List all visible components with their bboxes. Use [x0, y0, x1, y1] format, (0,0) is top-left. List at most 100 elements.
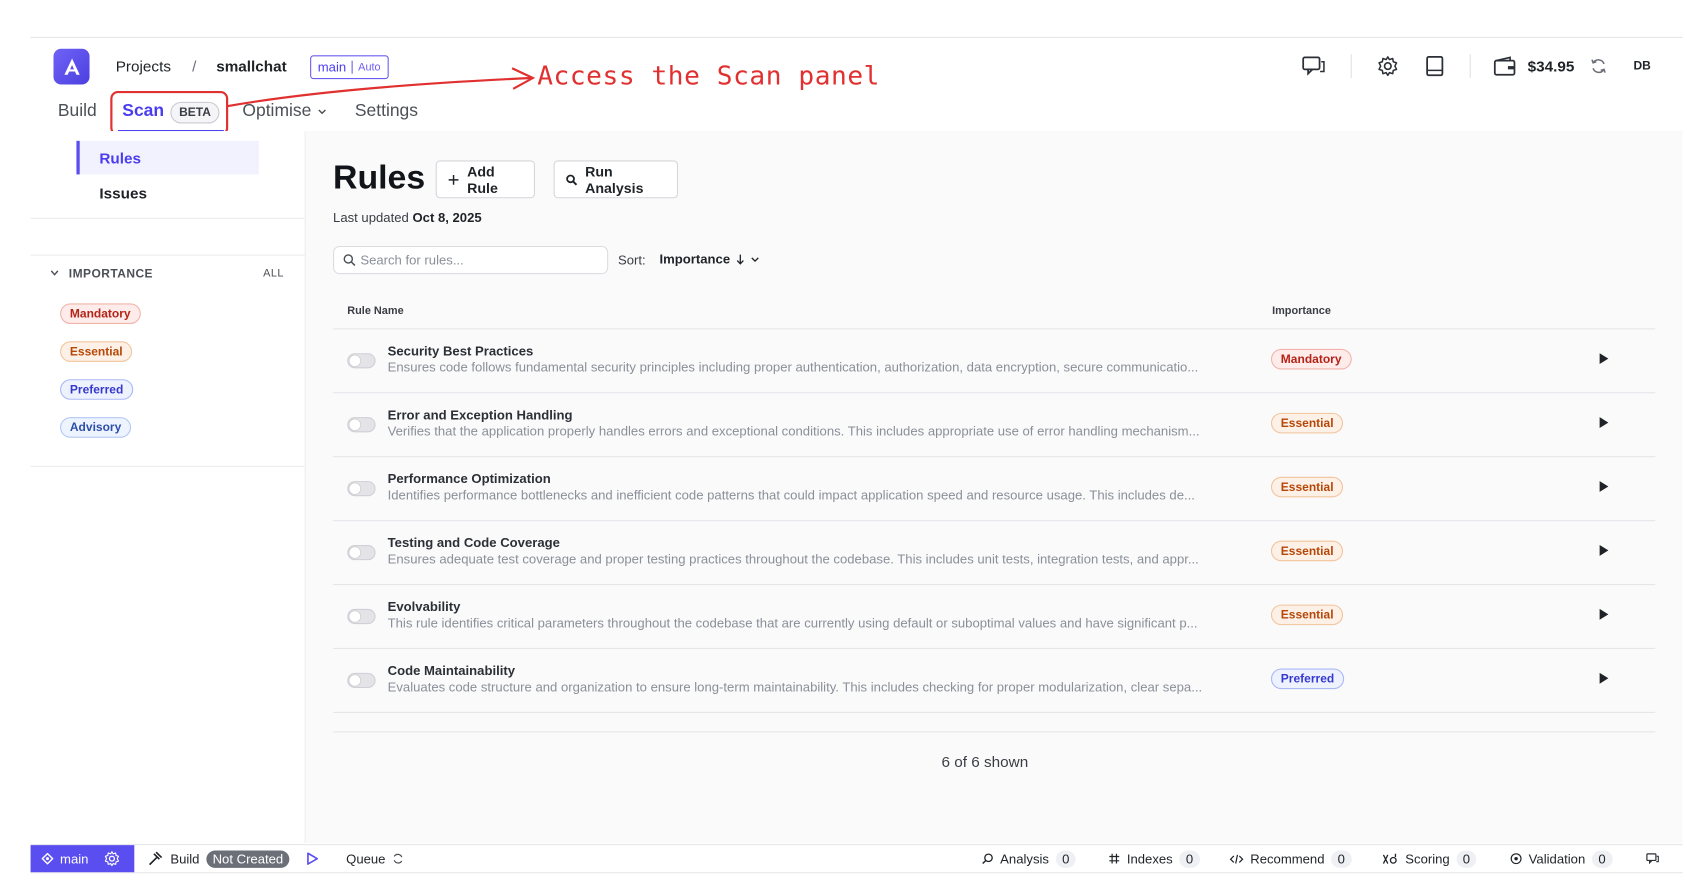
rule-toggle[interactable]	[347, 417, 376, 433]
hash-icon	[1109, 853, 1120, 864]
user-avatar[interactable]: DB	[1633, 60, 1650, 73]
annotation-text: Access the Scan panel	[537, 60, 881, 92]
importance-badge: Mandatory	[1270, 348, 1352, 370]
divider	[1469, 54, 1471, 79]
status-analysis[interactable]: Analysis 0	[982, 845, 1076, 872]
sort-dropdown[interactable]: Importance	[659, 251, 760, 267]
table-row[interactable]: Error and Exception Handling Verifies th…	[333, 393, 1655, 456]
run-analysis-button[interactable]: Run Analysis	[553, 160, 679, 199]
refresh-icon[interactable]	[1587, 54, 1611, 78]
play-icon[interactable]	[1599, 545, 1609, 556]
status-analysis-label: Analysis	[1000, 851, 1049, 867]
play-icon[interactable]	[1599, 417, 1609, 428]
chat-icon[interactable]	[1302, 54, 1326, 78]
filter-essential[interactable]: Essential	[60, 341, 133, 362]
status-analysis-count: 0	[1055, 850, 1076, 868]
sort-label: Sort:	[618, 252, 646, 268]
filter-preferred[interactable]: Preferred	[60, 379, 134, 400]
play-icon[interactable]	[1599, 353, 1609, 365]
check-circle-icon	[1510, 853, 1522, 865]
settings-icon[interactable]	[1376, 54, 1400, 78]
table-row[interactable]: Security Best Practices Ensures code fol…	[333, 329, 1655, 392]
tab-optimise[interactable]: Optimise	[242, 102, 327, 122]
rule-toggle[interactable]	[347, 608, 376, 625]
tab-optimise-label: Optimise	[242, 101, 312, 121]
status-scoring[interactable]: Scoring 0	[1382, 845, 1477, 872]
sidebar-item-rules[interactable]: Rules	[99, 150, 141, 167]
search-icon	[982, 853, 993, 865]
add-rule-button[interactable]: Add Rule	[435, 160, 536, 199]
status-recommend-count: 0	[1331, 850, 1352, 868]
status-queue[interactable]: Queue	[346, 845, 404, 872]
status-validation[interactable]: Validation 0	[1510, 845, 1613, 872]
rule-name: Testing and Code Coverage	[387, 535, 560, 551]
status-indexes-label: Indexes	[1126, 851, 1173, 867]
rule-description: Ensures adequate test coverage and prope…	[387, 551, 1199, 567]
status-scoring-label: Scoring	[1405, 851, 1450, 867]
search-icon	[566, 174, 578, 185]
wallet-icon[interactable]	[1493, 54, 1517, 78]
status-bar: main Build Not Created Queue Analysis 0 …	[30, 844, 1683, 874]
search-input[interactable]	[360, 252, 590, 268]
last-updated-label: Last updated	[333, 210, 409, 226]
sidebar-divider	[30, 254, 305, 256]
status-indexes-count: 0	[1179, 850, 1200, 868]
play-icon[interactable]	[1599, 481, 1609, 492]
status-branch-name: main	[60, 851, 89, 867]
table-row[interactable]: Evolvability This rule identifies critic…	[333, 585, 1655, 648]
code-icon	[1229, 854, 1244, 864]
rule-description: This rule identifies critical parameters…	[387, 615, 1198, 631]
run-analysis-label: Run Analysis	[585, 163, 644, 196]
status-build-badge: Not Created	[206, 850, 290, 868]
app-logo-icon[interactable]	[53, 48, 90, 85]
table-row[interactable]: Testing and Code Coverage Ensures adequa…	[333, 521, 1655, 584]
status-build-label: Build	[170, 851, 200, 867]
filter-mandatory[interactable]: Mandatory	[60, 303, 141, 324]
sidebar-divider	[30, 217, 305, 219]
sidebar-item-issues[interactable]: Issues	[99, 184, 147, 201]
last-updated: Last updated Oct 8, 2025	[333, 210, 482, 225]
column-header-rule-name[interactable]: Rule Name	[347, 306, 403, 318]
hammer-icon	[149, 851, 163, 866]
settings-icon[interactable]	[104, 851, 120, 867]
filter-section-title[interactable]: IMPORTANCE	[69, 268, 153, 281]
arrow-down-icon	[736, 254, 744, 265]
docs-icon[interactable]	[1423, 54, 1447, 78]
status-build[interactable]: Build Not Created	[147, 845, 290, 872]
rule-name: Performance Optimization	[387, 471, 551, 487]
breadcrumb-separator: /	[192, 57, 197, 75]
search-box[interactable]	[333, 245, 609, 275]
search-icon	[343, 254, 356, 266]
refresh-icon	[393, 853, 403, 864]
column-header-importance[interactable]: Importance	[1272, 306, 1331, 318]
play-icon[interactable]	[1599, 608, 1609, 620]
importance-badge: Essential	[1270, 540, 1344, 562]
status-scoring-count: 0	[1456, 850, 1477, 868]
sort-value: Importance	[659, 251, 731, 267]
filter-advisory[interactable]: Advisory	[60, 417, 132, 438]
rule-toggle[interactable]	[347, 672, 376, 689]
rule-toggle[interactable]	[347, 353, 376, 369]
chevron-down-icon[interactable]	[49, 269, 60, 278]
status-indexes[interactable]: Indexes 0	[1108, 845, 1200, 872]
status-recommend[interactable]: Recommend 0	[1229, 845, 1352, 872]
play-icon[interactable]	[1599, 672, 1609, 684]
rule-toggle[interactable]	[347, 545, 376, 561]
plus-icon	[448, 174, 459, 185]
breadcrumb-projects[interactable]: Projects	[116, 57, 171, 74]
table-row[interactable]: Performance Optimization Identifies perf…	[333, 457, 1655, 520]
filter-all-link[interactable]: ALL	[263, 268, 284, 280]
rule-toggle[interactable]	[347, 481, 376, 497]
tab-build[interactable]: Build	[58, 102, 97, 122]
divider	[1350, 54, 1352, 79]
table-row[interactable]: Code Maintainability Evaluates code stru…	[333, 649, 1655, 712]
rule-description: Verifies that the application properly h…	[387, 423, 1200, 439]
tab-scan[interactable]: Scan	[122, 102, 164, 122]
status-branch[interactable]: main	[30, 845, 135, 873]
importance-badge: Preferred	[1270, 668, 1345, 690]
tab-settings[interactable]: Settings	[355, 102, 418, 122]
play-outline-icon[interactable]	[306, 852, 319, 866]
status-queue-label: Queue	[346, 851, 386, 867]
rule-name: Evolvability	[387, 599, 461, 615]
chat-icon[interactable]	[1645, 853, 1659, 865]
